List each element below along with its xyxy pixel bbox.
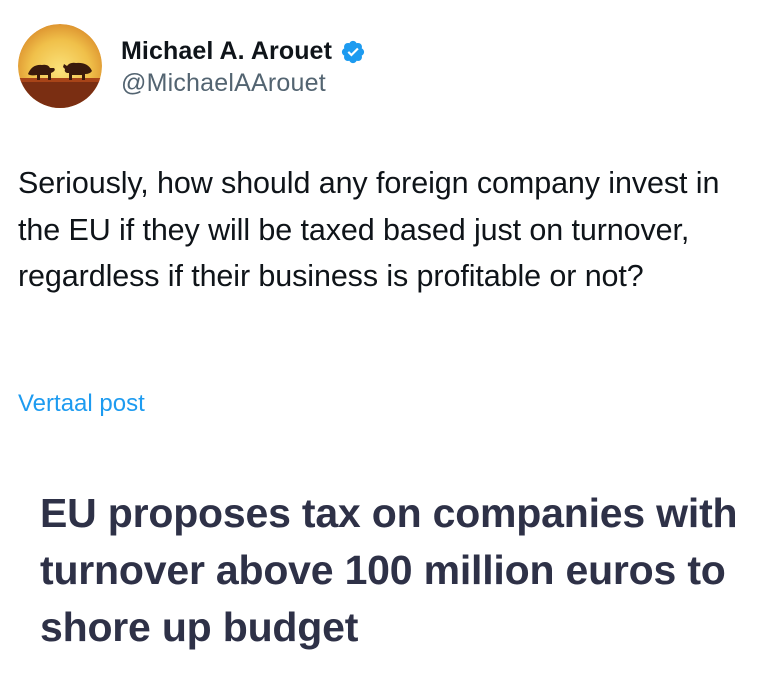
author-name[interactable]: Michael A. Arouet (121, 37, 332, 66)
name-row: Michael A. Arouet (121, 35, 366, 69)
author-handle[interactable]: @MichaelAArouet (121, 69, 366, 98)
bull-and-bear-avatar-icon (18, 24, 102, 108)
avatar[interactable] (18, 24, 102, 108)
tweet-header: Michael A. Arouet @MichaelAArouet (18, 24, 366, 108)
verified-badge-icon (340, 39, 366, 65)
article-headline[interactable]: EU proposes tax on companies with turnov… (40, 485, 755, 656)
author-info: Michael A. Arouet @MichaelAArouet (121, 35, 366, 98)
translate-post-link[interactable]: Vertaal post (18, 390, 145, 418)
tweet-text: Seriously, how should any foreign compan… (18, 166, 720, 293)
